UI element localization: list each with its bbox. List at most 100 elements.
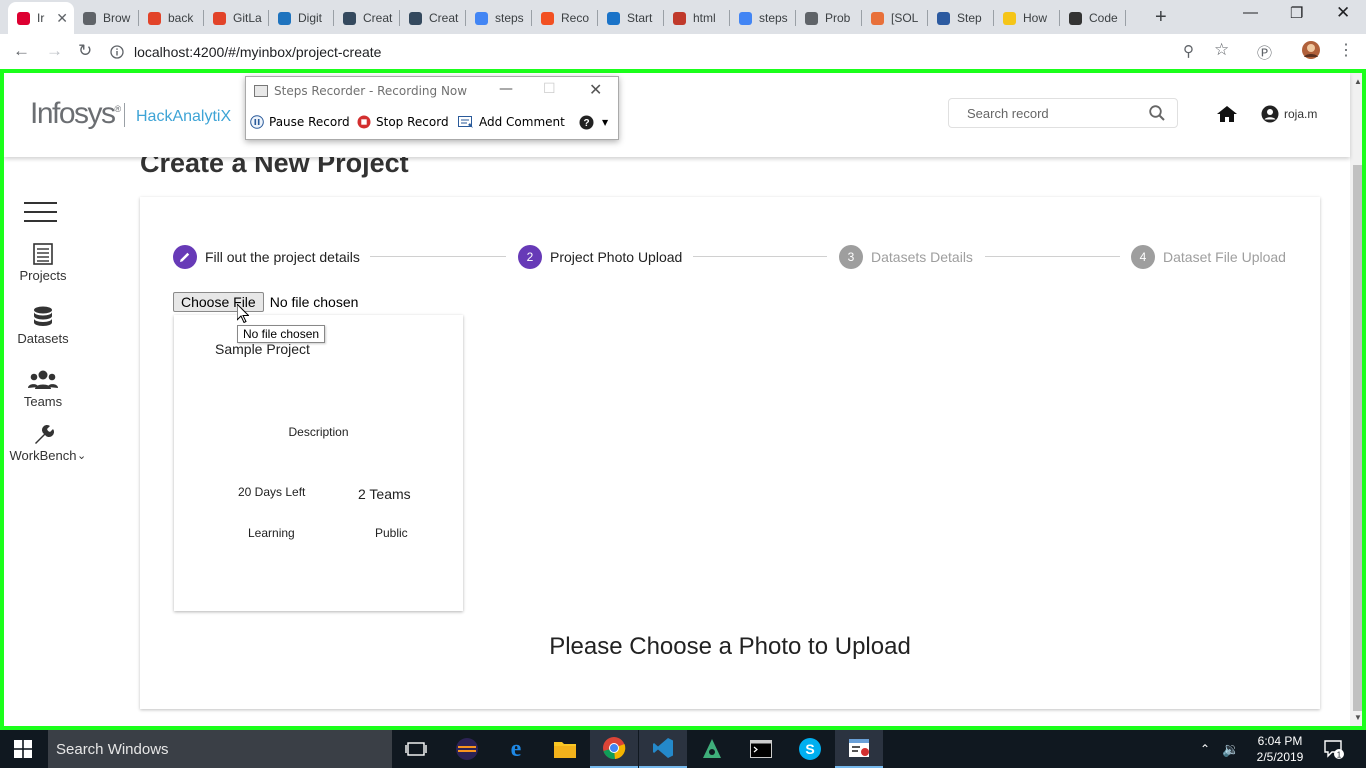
reload-button[interactable]: ↻: [78, 41, 92, 61]
n-icon: [673, 11, 686, 25]
bookmark-star-icon[interactable]: ☆: [1214, 40, 1229, 60]
pause-record-button[interactable]: Pause Record: [250, 115, 350, 129]
help-dropdown-icon[interactable]: ▼: [602, 118, 608, 127]
chevron-down-icon[interactable]: ⌄: [77, 449, 86, 462]
step-datasets-details[interactable]: 3 Datasets Details: [839, 245, 973, 269]
sidebar-item-datasets[interactable]: Datasets: [4, 306, 82, 346]
browser-tab[interactable]: Brow: [74, 2, 139, 34]
project-description: Description: [288, 425, 349, 439]
project-visibility: Public: [375, 526, 408, 540]
browser-tab[interactable]: Reco: [532, 2, 598, 34]
window-icon: [937, 11, 950, 25]
scroll-down-arrow-icon[interactable]: ▼: [1354, 713, 1362, 722]
page-viewport: Infosys® HackAnalytiX Search record roja…: [0, 69, 1366, 730]
skype-icon[interactable]: S: [786, 730, 834, 768]
browser-menu-icon[interactable]: ⋮: [1338, 40, 1354, 60]
notification-count: 1: [1337, 750, 1342, 759]
volume-icon[interactable]: 🔉: [1222, 741, 1239, 758]
search-icon[interactable]: [1149, 105, 1165, 121]
notification-center-icon[interactable]: 1: [1324, 739, 1344, 759]
stop-record-button[interactable]: Stop Record: [357, 115, 449, 129]
browser-tab[interactable]: [SOL: [862, 2, 928, 34]
choose-file-button[interactable]: Choose File: [173, 292, 264, 312]
home-icon[interactable]: [1216, 105, 1238, 123]
browser-tab[interactable]: back: [139, 2, 204, 34]
sidebar-item-workbench[interactable]: WorkBench: [4, 423, 82, 463]
new-tab-button[interactable]: +: [1155, 6, 1167, 29]
gitlab-icon: [148, 11, 161, 25]
close-window-button[interactable]: ✕: [1336, 3, 1350, 23]
windows-start-icon[interactable]: [14, 740, 32, 758]
gitkraken-icon[interactable]: [688, 730, 736, 768]
scroll-up-arrow-icon[interactable]: ▲: [1354, 77, 1362, 86]
project-teams: 2 Teams: [358, 486, 411, 502]
taskbar-search-box[interactable]: Search Windows: [48, 730, 392, 768]
profile-avatar[interactable]: [1302, 41, 1320, 63]
users-icon: [28, 370, 58, 389]
file-explorer-icon[interactable]: [541, 730, 589, 768]
tab-title: html: [693, 11, 716, 25]
step-label: Dataset File Upload: [1163, 249, 1286, 265]
step-connector: [693, 256, 827, 257]
sidebar-item-teams[interactable]: Teams: [4, 369, 82, 409]
edge-icon[interactable]: e: [492, 730, 540, 768]
mouse-cursor-icon: [237, 304, 249, 323]
close-tab-icon[interactable]: ✕: [56, 10, 68, 27]
browser-tab[interactable]: How: [994, 2, 1060, 34]
restore-window-button[interactable]: ❐: [1290, 4, 1303, 22]
sr-minimize-button[interactable]: —: [499, 81, 513, 97]
task-view-icon[interactable]: [392, 730, 440, 768]
upload-message: Please Choose a Photo to Upload: [549, 633, 911, 660]
steps-recorder-title: Steps Recorder - Recording Now: [274, 84, 468, 98]
browser-tab[interactable]: Prob: [796, 2, 862, 34]
browser-tab[interactable]: Creat: [334, 2, 400, 34]
browser-tab[interactable]: steps: [466, 2, 532, 34]
add-comment-button[interactable]: Add Comment: [458, 115, 565, 129]
browser-tab[interactable]: GitLa: [204, 2, 269, 34]
k-icon: [278, 11, 291, 25]
scrollbar-thumb[interactable]: [1353, 165, 1362, 711]
codepen-icon: [1069, 11, 1082, 25]
chrome-icon[interactable]: [590, 730, 638, 768]
eclipse-icon[interactable]: [443, 730, 491, 768]
browser-tab[interactable]: Digit: [269, 2, 334, 34]
tray-chevron-up-icon[interactable]: ⌃: [1200, 742, 1210, 756]
browser-tab[interactable]: Ir ✕: [8, 2, 74, 34]
create-project-card: Fill out the project details 2 Project P…: [140, 197, 1320, 709]
help-button[interactable]: ? ▼: [579, 115, 608, 130]
search-record-input[interactable]: Search record: [948, 98, 1178, 128]
wrench-icon: [35, 425, 54, 444]
user-menu[interactable]: roja.m: [1261, 105, 1317, 123]
hamburger-menu-icon[interactable]: [24, 202, 57, 229]
tab-title: steps: [759, 11, 788, 25]
tab-title: How: [1023, 11, 1048, 25]
address-bar[interactable]: localhost:4200/#/myinbox/project-create: [110, 38, 1246, 66]
step-photo-upload[interactable]: 2 Project Photo Upload: [518, 245, 682, 269]
project-preview-card[interactable]: Sample Project Description 20 Days Left …: [174, 315, 463, 611]
browser-tab[interactable]: steps: [730, 2, 796, 34]
project-type: Learning: [248, 526, 295, 540]
sidebar-item-projects[interactable]: Projects: [4, 243, 82, 283]
steps-recorder-taskbar-icon[interactable]: [835, 730, 883, 768]
terminal-icon[interactable]: [737, 730, 785, 768]
key-icon[interactable]: ⚲: [1183, 42, 1194, 60]
sr-maximize-button: ☐: [543, 81, 556, 97]
step-dataset-file-upload[interactable]: 4 Dataset File Upload: [1131, 245, 1286, 269]
back-button[interactable]: ←: [13, 41, 30, 61]
step-project-details[interactable]: Fill out the project details: [173, 245, 360, 269]
tab-title: Reco: [561, 11, 590, 25]
forward-button[interactable]: →: [46, 41, 63, 61]
browser-tab[interactable]: html: [664, 2, 730, 34]
extension-v-icon[interactable]: Ⓟ: [1257, 42, 1272, 63]
browser-tab[interactable]: Step: [928, 2, 994, 34]
sr-close-button[interactable]: ✕: [589, 80, 602, 99]
browser-tab[interactable]: Creat: [400, 2, 466, 34]
system-clock[interactable]: 6:04 PM 2/5/2019: [1252, 733, 1308, 765]
minimize-window-button[interactable]: —: [1243, 4, 1258, 21]
l-icon: [1003, 11, 1016, 25]
page-scrollbar[interactable]: ▲ ▼: [1350, 73, 1362, 726]
browser-tab[interactable]: Code: [1060, 2, 1126, 34]
photo-file-input[interactable]: Choose File No file chosen: [173, 292, 358, 312]
browser-tab[interactable]: Start: [598, 2, 664, 34]
vscode-icon[interactable]: [639, 730, 687, 768]
